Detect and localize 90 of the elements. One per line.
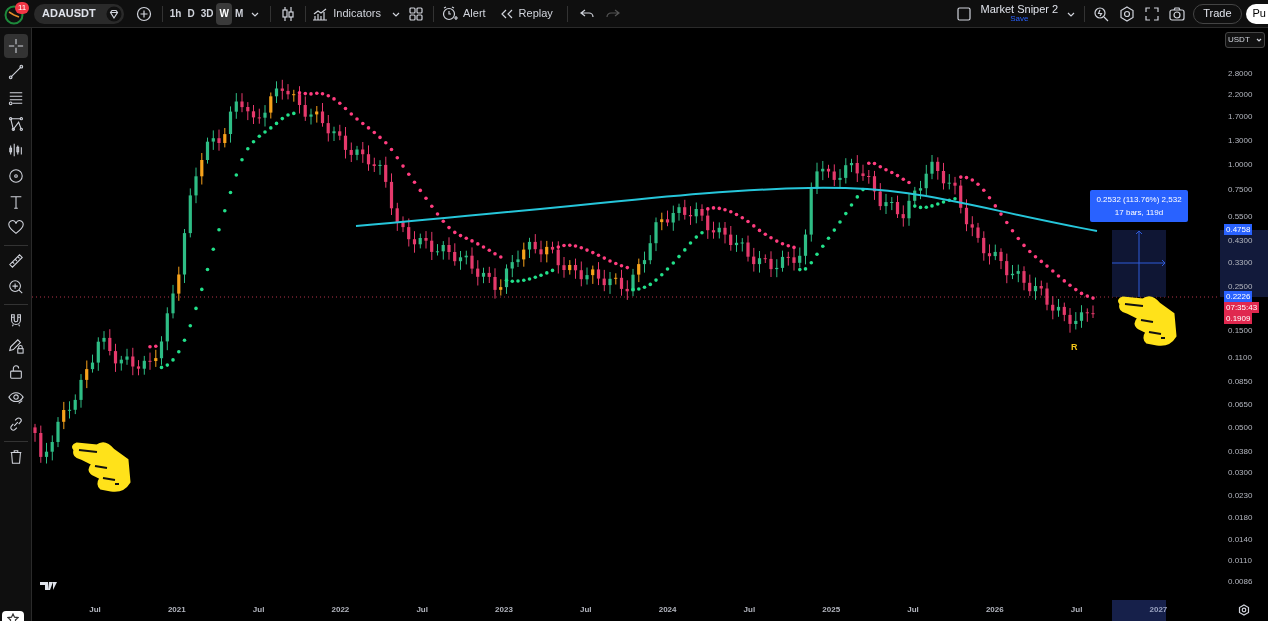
measure-range-highlight: [1112, 600, 1166, 621]
time-tick-label: 2021: [167, 605, 186, 615]
settings-icon[interactable]: [1238, 604, 1250, 616]
indicators-button[interactable]: Indicators: [312, 5, 381, 22]
forecast-bars-icon: [7, 142, 24, 158]
price-tick-label: 0.0110: [1228, 556, 1252, 566]
measure-range-drawing: [1111, 230, 1166, 298]
time-tick-label: Jul: [252, 605, 265, 615]
square-icon[interactable]: [956, 6, 971, 21]
price-tick-label: 0.0380: [1228, 447, 1253, 457]
circle-target-icon: [7, 168, 24, 184]
price-tick-label: 0.4300: [1228, 236, 1253, 246]
ruler-icon: [7, 253, 24, 269]
price-tick-label: 0.0850: [1228, 377, 1253, 387]
quick-search-icon[interactable]: [1093, 5, 1110, 22]
layout-name-button[interactable]: Market Sniper 2 Save: [980, 4, 1059, 23]
price-tick-label: 1.0000: [1228, 160, 1253, 170]
time-tick-label: 2024: [658, 605, 677, 615]
measure-text: 0.2532 (113.76%) 2,532: [1096, 194, 1182, 206]
time-tick-label: 2027: [1149, 605, 1168, 615]
pointing-hand-drawing: [71, 442, 131, 492]
price-tick-label: 0.0500: [1228, 423, 1253, 433]
time-tick-label: Jul: [89, 605, 101, 615]
price-tick-label: 0.0230: [1228, 491, 1253, 501]
price-tick-label: 0.1500: [1228, 326, 1253, 336]
pattern-icon: [7, 116, 24, 132]
interval-tab[interactable]: 3D: [197, 2, 217, 25]
notification-badge: 11: [15, 1, 30, 14]
eye-icon: [7, 390, 24, 406]
price-tick-label: 0.0180: [1228, 513, 1253, 523]
price-tag: 0.1909: [1224, 313, 1253, 324]
pointing-hand-drawing: [1117, 296, 1177, 346]
time-tick-label: Jul: [1070, 605, 1083, 615]
time-tick-label: 2023: [495, 605, 513, 615]
trend-line-icon: [7, 64, 24, 80]
publish-button[interactable]: Pu: [1245, 3, 1268, 24]
time-tick-label: Jul: [743, 605, 756, 615]
caret-icon: [1256, 37, 1262, 43]
time-tick-label: 2025: [822, 605, 841, 615]
price-tag: 0.4758: [1224, 224, 1253, 235]
interval-tab[interactable]: W: [216, 2, 232, 25]
link-icon: [7, 416, 24, 432]
price-tick-label: 0.0086: [1228, 577, 1253, 587]
crosshair-tool[interactable]: [3, 34, 28, 58]
price-tick-label: 0.0650: [1228, 400, 1253, 410]
zoom-in-icon: [7, 279, 24, 295]
add-symbol-icon[interactable]: [135, 5, 152, 22]
crosshair-icon: [7, 38, 24, 54]
price-tick-label: 1.7000: [1228, 112, 1253, 122]
clock-logo-icon[interactable]: [4, 4, 24, 25]
time-tick-label: Jul: [416, 605, 428, 615]
price-tick-label: 0.5500: [1228, 212, 1253, 222]
replay-button[interactable]: Replay: [499, 5, 553, 22]
alert-button[interactable]: Alert: [442, 5, 486, 22]
price-tick-label: 2.8000: [1228, 69, 1253, 79]
currency-dropdown[interactable]: USDT: [1225, 32, 1265, 48]
rewind-icon: [499, 7, 514, 20]
pencil-lock-icon: [7, 338, 24, 354]
price-tick-label: 2.2000: [1228, 90, 1253, 100]
candles-icon[interactable]: [281, 5, 296, 22]
tradingview-logo-icon: [40, 582, 57, 590]
interval-tab[interactable]: 1h: [166, 2, 185, 25]
price-tick-label: 1.3000: [1228, 136, 1253, 146]
fib-lines-icon: [7, 90, 24, 106]
price-tick-label: 0.7500: [1228, 185, 1253, 195]
price-tag: 0.2226: [1224, 291, 1253, 302]
signal-marker: R: [1071, 341, 1078, 354]
price-tick-label: 0.0300: [1228, 468, 1253, 478]
alarm-clock-icon: [442, 5, 458, 22]
heart-icon: [7, 220, 24, 236]
undo-icon[interactable]: [579, 7, 594, 20]
price-tick-label: 0.0140: [1228, 535, 1253, 545]
interval-tab[interactable]: D: [184, 2, 198, 25]
camera-icon[interactable]: [1169, 6, 1186, 21]
grid-icon[interactable]: [409, 6, 423, 21]
measure-text: 17 bars, 119d: [1114, 207, 1164, 219]
price-tag: 07:35:43: [1224, 302, 1260, 313]
time-tick-label: Jul: [907, 605, 919, 615]
fullscreen-icon[interactable]: [1145, 6, 1160, 21]
price-tick-label: 0.1100: [1228, 353, 1252, 363]
settings-icon[interactable]: [1119, 5, 1136, 22]
unlock-icon: [7, 364, 24, 380]
price-tick-label: 0.3300: [1228, 258, 1253, 268]
symbol-search-field[interactable]: ADAUSDT: [34, 3, 124, 24]
time-tick-label: 2022: [331, 605, 350, 615]
chart-line-icon: [312, 6, 329, 21]
time-tick-label: 2026: [985, 605, 1004, 615]
interval-tab[interactable]: M: [231, 2, 247, 25]
time-tick-label: Jul: [580, 605, 592, 615]
price-tick-label: 0.2500: [1228, 282, 1253, 292]
